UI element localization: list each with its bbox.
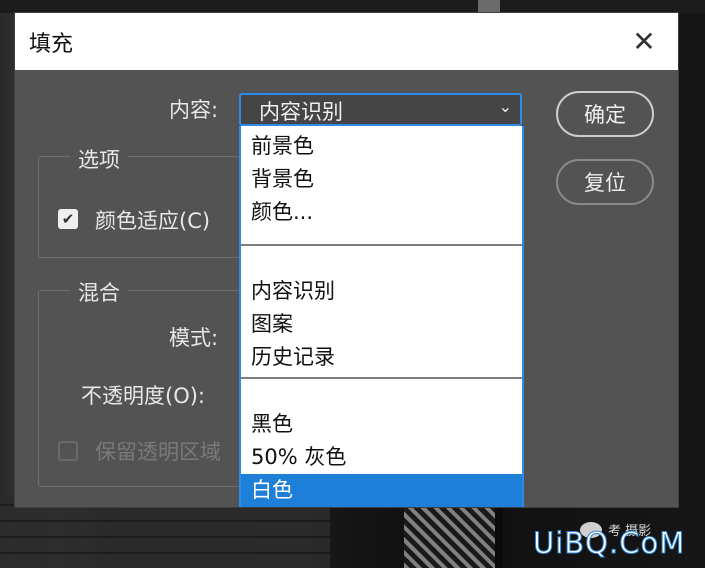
color-adapt-checkbox[interactable]: ✔ [58,209,78,229]
dialog-title: 填充 [29,32,74,57]
background-post [495,500,503,568]
preserve-transparency-checkbox[interactable] [58,441,78,461]
dropdown-option-50-gray[interactable]: 50% 灰色 [241,441,522,474]
background-brick-wall [0,500,330,568]
dialog-titlebar: 填充 ✕ [15,13,678,70]
dropdown-option-content-aware[interactable]: 内容识别 [241,275,522,308]
dropdown-option-background[interactable]: 背景色 [241,163,522,196]
blend-group-title: 混合 [70,277,128,307]
ok-button[interactable]: 确定 [556,91,654,137]
mode-label: 模式: [169,326,219,350]
dropdown-option-color[interactable]: 颜色... [241,196,522,229]
content-select[interactable]: 内容识别 ⌄ [239,93,522,126]
options-group-title: 选项 [70,144,128,174]
opacity-label: 不透明度(O): [81,384,205,408]
dropdown-option-history[interactable]: 历史记录 [241,341,522,374]
close-icon[interactable]: ✕ [629,27,659,57]
dropdown-option-foreground[interactable]: 前景色 [241,130,522,163]
preserve-transparency-label: 保留透明区域 [95,440,221,464]
watermark-logo: UiBQ.CoM [532,526,686,561]
content-dropdown-list: 前景色 背景色 颜色... 内容识别 图案 历史记录 黑色 50% 灰色 白色 [239,126,524,507]
dropdown-option-white[interactable]: 白色 [241,474,522,507]
dropdown-separator [241,377,522,379]
chevron-down-icon: ⌄ [498,97,512,116]
dropdown-option-black[interactable]: 黑色 [241,408,522,441]
reset-button[interactable]: 复位 [556,159,654,205]
content-label: 内容: [169,98,219,122]
content-select-value: 内容识别 [259,100,343,124]
dropdown-option-pattern[interactable]: 图案 [241,308,522,341]
background-top-strip [0,0,705,13]
dropdown-separator [241,244,522,246]
fill-dialog: 填充 ✕ 内容: 选项 ✔ 颜色适应(C) 混合 模式: 不透明度(O): 保留… [15,13,678,507]
background-pattern [404,500,496,568]
color-adapt-label: 颜色适应(C) [95,209,211,233]
